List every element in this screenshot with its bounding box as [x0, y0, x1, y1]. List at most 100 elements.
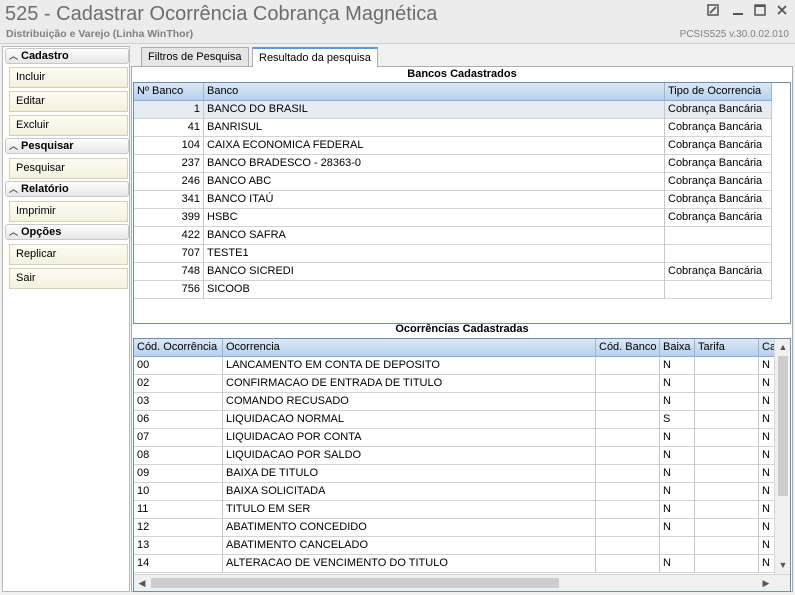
table-row[interactable]: 104 CAIXA ECONOMICA FEDERAL Cobrança Bancá… — [134, 137, 772, 155]
table-cell: BAIXA DE TITULO — [223, 465, 596, 483]
table-cell — [596, 465, 660, 483]
tab-filtros-de-pesquisa[interactable]: Filtros de Pesquisa — [141, 47, 249, 66]
table-cell: 1 — [134, 101, 204, 119]
tab-resultado-da-pesquisa[interactable]: Resultado da pesquisa — [252, 47, 378, 67]
table-cell: N — [660, 447, 695, 465]
table-row[interactable]: 748 BANCO SICREDI Cobrança Bancária — [134, 263, 772, 281]
table-cell: 422 — [134, 227, 204, 245]
table-row[interactable]: 09 BAIXA DE TITULO N N — [134, 465, 779, 483]
table-cell — [665, 227, 772, 245]
table-row[interactable]: 03 COMANDO RECUSADO N N — [134, 393, 779, 411]
table-cell: N — [660, 483, 695, 501]
table-cell — [665, 281, 772, 299]
pesquisar-button[interactable]: Pesquisar — [9, 158, 128, 179]
table-row[interactable]: 08 LIQUIDACAO POR SALDO N N — [134, 447, 779, 465]
table-cell: Cobrança Bancária — [665, 263, 772, 281]
table-cell: SICOOB — [204, 281, 665, 299]
table-row[interactable]: 756 SICOOB — [134, 281, 772, 299]
column-header[interactable]: Cód. Banco — [596, 339, 660, 357]
table-cell: 246 — [134, 173, 204, 191]
chevron-up-icon: ︿ — [9, 227, 19, 237]
table-cell: Cobrança Bancária — [665, 209, 772, 227]
section-header-cadastro[interactable]: ︿ Cadastro — [5, 48, 129, 64]
scroll-right-icon[interactable]: ▶ — [758, 575, 774, 591]
table-cell — [596, 447, 660, 465]
horizontal-scroll-thumb[interactable] — [151, 578, 559, 588]
table-row[interactable]: 07 LIQUIDACAO POR CONTA N N — [134, 429, 779, 447]
table-row[interactable]: 341 BANCO ITAÚ Cobrança Bancária — [134, 191, 772, 209]
table-cell: BANRISUL — [204, 119, 665, 137]
table-cell: N — [660, 501, 695, 519]
section-header-opcoes[interactable]: ︿ Opções — [5, 224, 129, 240]
table-cell: CAIXA ECONOMICA FEDERAL — [204, 137, 665, 155]
table-cell: 341 — [134, 191, 204, 209]
table-cell — [665, 245, 772, 263]
section-header-relatorio[interactable]: ︿ Relatório — [5, 181, 129, 197]
table-row[interactable]: 02 CONFIRMACAO DE ENTRADA DE TITULO N N — [134, 375, 779, 393]
table-row[interactable]: 13 ABATIMENTO CANCELADO N — [134, 537, 779, 555]
column-header[interactable]: Tarifa — [695, 339, 759, 357]
replicar-button[interactable]: Replicar — [9, 244, 128, 265]
table-cell — [695, 519, 759, 537]
table-row[interactable]: 12 ABATIMENTO CONCEDIDO N N — [134, 519, 779, 537]
column-header[interactable]: Nº Banco — [134, 83, 204, 101]
scroll-up-icon[interactable]: ▲ — [775, 339, 790, 355]
sidebar: ︿ Cadastro Incluir Editar Excluir ︿ Pesqui… — [2, 46, 130, 592]
horizontal-scrollbar[interactable]: ◀ ▶ — [134, 574, 790, 591]
occurrences-table: Cód. Ocorrência Ocorrencia Cód. Banco Baixa… — [133, 338, 791, 592]
window-subtitle: Distribuição e Varejo (Linha WinThor) — [6, 28, 194, 40]
table-row[interactable]: 707 TESTE1 — [134, 245, 772, 263]
version-label: PCSIS525 v.30.0.02.010 — [679, 29, 789, 40]
table-cell: 06 — [134, 411, 223, 429]
table-cell: 10 — [134, 483, 223, 501]
table-row[interactable]: 422 BANCO SAFRA — [134, 227, 772, 245]
column-header[interactable]: Ocorrencia — [223, 339, 596, 357]
table-cell — [695, 537, 759, 555]
table-cell — [596, 519, 660, 537]
table-cell: ABATIMENTO CONCEDIDO — [223, 519, 596, 537]
imprimir-button[interactable]: Imprimir — [9, 201, 128, 222]
table-row[interactable]: 14 ALTERACAO DE VENCIMENTO DO TITULO N N — [134, 555, 779, 573]
table-cell: BANCO ABC — [204, 173, 665, 191]
table-cell: 399 — [134, 209, 204, 227]
incluir-button[interactable]: Incluir — [9, 67, 128, 88]
edit-icon[interactable] — [705, 4, 721, 20]
table-cell — [660, 537, 695, 555]
table-row[interactable]: 237 BANCO BRADESCO - 28363-0 Cobrança Banc… — [134, 155, 772, 173]
table-cell — [695, 447, 759, 465]
excluir-button[interactable]: Excluir — [9, 115, 128, 136]
window-title: 525 - Cadastrar Ocorrência Cobrança Magn… — [5, 3, 438, 25]
maximize-icon[interactable] — [752, 4, 768, 20]
table-row[interactable]: 00 LANCAMENTO EM CONTA DE DEPOSITO N N — [134, 357, 779, 375]
vertical-scrollbar[interactable]: ▲ ▼ — [774, 339, 790, 574]
table-cell: 02 — [134, 375, 223, 393]
occurrences-caption: Ocorrências Cadastradas — [395, 323, 529, 335]
table-cell: 748 — [134, 263, 204, 281]
column-header[interactable]: Baixa — [660, 339, 695, 357]
table-row[interactable]: 399 HSBC Cobrança Bancária — [134, 209, 772, 227]
minimize-icon[interactable] — [730, 4, 746, 20]
column-header[interactable]: Cód. Ocorrência — [134, 339, 223, 357]
vertical-scroll-thumb[interactable] — [778, 356, 788, 496]
table-cell: TESTE1 — [204, 245, 665, 263]
scroll-down-icon[interactable]: ▼ — [775, 557, 790, 573]
close-icon[interactable] — [774, 4, 790, 20]
table-row[interactable]: 41 BANRISUL Cobrança Bancária — [134, 119, 772, 137]
table-cell: N — [660, 465, 695, 483]
table-row[interactable]: 11 TITULO EM SER N N — [134, 501, 779, 519]
section-header-pesquisar[interactable]: ︿ Pesquisar — [5, 138, 129, 154]
column-header[interactable]: Banco — [204, 83, 665, 101]
table-cell — [695, 375, 759, 393]
table-cell: 237 — [134, 155, 204, 173]
table-row[interactable]: 06 LIQUIDACAO NORMAL S N — [134, 411, 779, 429]
table-cell — [596, 411, 660, 429]
table-row[interactable]: 1 BANCO DO BRASIL Cobrança Bancária — [134, 101, 772, 119]
table-cell: COMANDO RECUSADO — [223, 393, 596, 411]
scroll-left-icon[interactable]: ◀ — [134, 575, 150, 591]
table-cell: 14 — [134, 555, 223, 573]
column-header[interactable]: Tipo de Ocorrencia — [665, 83, 772, 101]
table-row[interactable]: 10 BAIXA SOLICITADA N N — [134, 483, 779, 501]
editar-button[interactable]: Editar — [9, 91, 128, 112]
sair-button[interactable]: Sair — [9, 268, 128, 289]
table-row[interactable]: 246 BANCO ABC Cobrança Bancária — [134, 173, 772, 191]
